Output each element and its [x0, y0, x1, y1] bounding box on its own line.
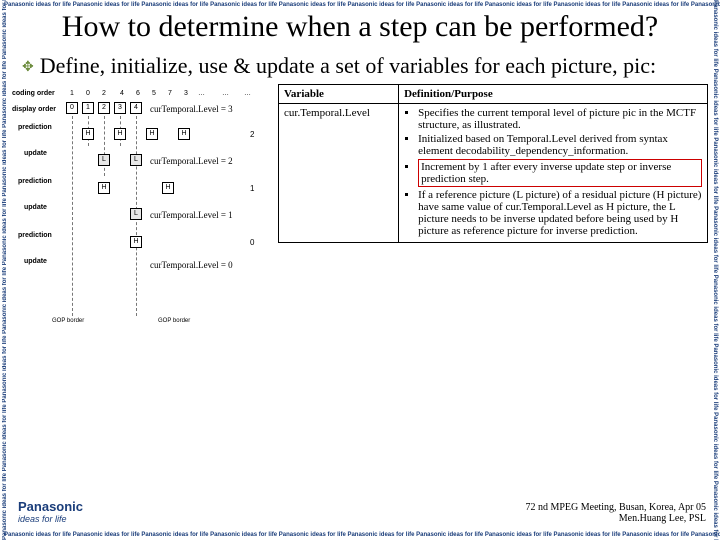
co-7: 3 — [184, 90, 188, 97]
co-0: 1 — [70, 90, 74, 97]
L-3: L — [130, 208, 142, 220]
lvl-1-num: 1 — [250, 184, 254, 193]
label-coding-order: coding order — [12, 90, 55, 97]
gop-border-right: GOP border — [158, 318, 190, 324]
do-box-1: 1 — [82, 102, 94, 114]
label-upd-2: update — [24, 204, 47, 211]
H-2: H — [114, 128, 126, 140]
label-pred-3: prediction — [18, 232, 52, 239]
co-4: 6 — [136, 90, 140, 97]
do-box-3: 3 — [114, 102, 126, 114]
ann-level-3: curTemporal.Level = 3 — [150, 104, 233, 114]
co-5: 5 — [152, 90, 156, 97]
slide-body: How to determine when a step can be perf… — [12, 10, 708, 530]
dash-gop-left — [72, 116, 73, 316]
brand-name: Panasonic — [18, 499, 83, 514]
co-9: … — [222, 90, 229, 97]
co-8: … — [198, 90, 205, 97]
ann-level-1: curTemporal.Level = 1 — [150, 210, 233, 220]
border-top: Panasonic ideas for life Panasonic ideas… — [0, 0, 720, 10]
mctf-diagram: coding order 1 0 2 4 6 5 7 3 … … … displ… — [12, 84, 272, 364]
def-item-1: Specifies the current temporal level of … — [418, 107, 702, 131]
th-definition: Definition/Purpose — [399, 84, 708, 103]
th-variable: Variable — [279, 84, 399, 103]
L-1: L — [98, 154, 110, 166]
table-row: cur.Temporal.Level Specifies the current… — [279, 103, 708, 242]
label-pred-1: prediction — [18, 124, 52, 131]
content-row: coding order 1 0 2 4 6 5 7 3 … … … displ… — [12, 84, 708, 364]
def-item-3: Increment by 1 after every inverse updat… — [418, 159, 702, 187]
lvl-2-num: 2 — [250, 130, 254, 139]
footer-logo: Panasonic ideas for life — [18, 499, 83, 524]
bullet-icon: ✥ — [22, 59, 34, 76]
td-var: cur.Temporal.Level — [279, 103, 399, 242]
co-6: 7 — [168, 90, 172, 97]
footer-line-2: Men.Huang Lee, PSL — [525, 513, 706, 524]
H-5: H — [98, 182, 110, 194]
co-10: … — [244, 90, 251, 97]
footer-note: 72 nd MPEG Meeting, Busan, Korea, Apr 05… — [525, 502, 706, 524]
H-4: H — [178, 128, 190, 140]
H-1: H — [82, 128, 94, 140]
label-display-order: display order — [12, 106, 56, 113]
variable-table-wrap: Variable Definition/Purpose cur.Temporal… — [278, 84, 708, 364]
do-box-4: 4 — [130, 102, 142, 114]
bullet-text: Define, initialize, use & update a set o… — [40, 53, 656, 78]
variable-table: Variable Definition/Purpose cur.Temporal… — [278, 84, 708, 243]
co-3: 4 — [120, 90, 124, 97]
do-box-2: 2 — [98, 102, 110, 114]
co-2: 2 — [102, 90, 106, 97]
H-7: H — [130, 236, 142, 248]
label-upd-3: update — [24, 258, 47, 265]
border-right: Panasonic ideas for life Panasonic ideas… — [710, 0, 720, 540]
highlight-box: Increment by 1 after every inverse updat… — [418, 159, 702, 187]
page-title: How to determine when a step can be perf… — [12, 10, 708, 45]
label-pred-2: prediction — [18, 178, 52, 185]
ann-level-2: curTemporal.Level = 2 — [150, 156, 233, 166]
H-6: H — [162, 182, 174, 194]
border-bottom: Panasonic ideas for life Panasonic ideas… — [0, 530, 720, 540]
border-left: Panasonic ideas for life Panasonic ideas… — [0, 0, 10, 540]
dash-2 — [104, 116, 105, 176]
def-item-4: If a reference picture (L picture) of a … — [418, 189, 702, 237]
brand-tagline: ideas for life — [18, 514, 83, 524]
gop-border-left: GOP border — [52, 318, 84, 324]
footer-line-1: 72 nd MPEG Meeting, Busan, Korea, Apr 05 — [525, 502, 706, 513]
do-box-0: 0 — [66, 102, 78, 114]
label-upd-1: update — [24, 150, 47, 157]
td-def: Specifies the current temporal level of … — [399, 103, 708, 242]
ann-level-0: curTemporal.Level = 0 — [150, 260, 233, 270]
L-2: L — [130, 154, 142, 166]
def-item-2: Initialized based on Temporal.Level deri… — [418, 133, 702, 157]
co-1: 0 — [86, 90, 90, 97]
bullet-row: ✥ Define, initialize, use & update a set… — [22, 53, 708, 78]
lvl-0-num: 0 — [250, 238, 254, 247]
H-3: H — [146, 128, 158, 140]
